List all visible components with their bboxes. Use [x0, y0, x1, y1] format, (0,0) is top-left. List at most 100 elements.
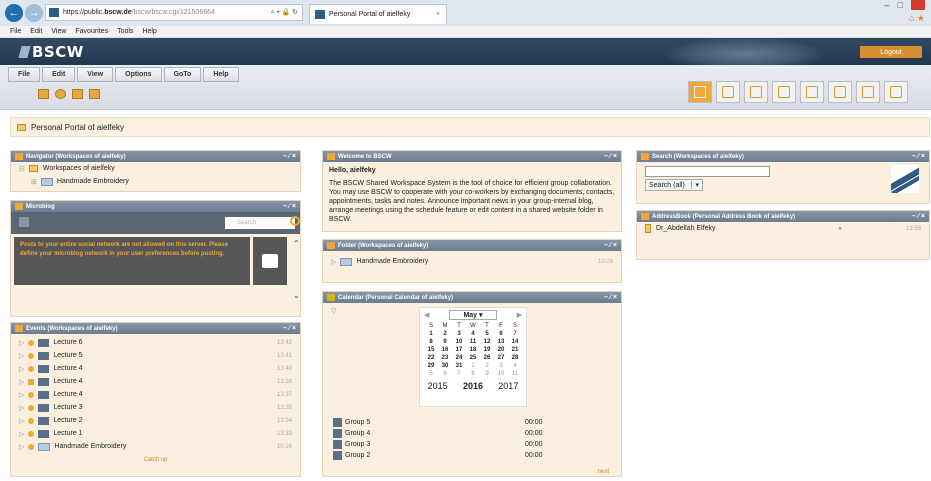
event-row[interactable]: ▷ Lecture 1 13:33 [11, 427, 300, 440]
calendar-day-other[interactable]: 6 [438, 370, 452, 378]
expand-icon[interactable]: ⊞ [31, 178, 37, 186]
group-row[interactable]: Group 5 00:00 [327, 417, 619, 428]
app-menu-edit[interactable]: Edit [42, 67, 76, 82]
widget-controls[interactable]: – ∕ × [283, 203, 300, 210]
calendar-day[interactable]: 18 [466, 346, 480, 354]
calendar-day-other[interactable]: 7 [452, 370, 466, 378]
calendar-day[interactable]: 23 [438, 354, 452, 362]
calendar-day[interactable]: 27 [494, 354, 508, 362]
prev-month-icon[interactable]: ◀ [424, 311, 429, 319]
event-row[interactable]: ▷ Handmade Embroidery 10:26 [11, 440, 300, 453]
event-row[interactable]: ▷ Lecture 6 13:42 [11, 336, 300, 349]
scroll-up-icon[interactable]: ⌃ [293, 239, 300, 248]
calendar-day-other[interactable]: 5 [424, 370, 438, 378]
menu-view[interactable]: View [51, 28, 66, 35]
logout-button[interactable]: Logout [860, 46, 922, 58]
calendar-day-other[interactable]: 2 [480, 362, 494, 370]
portal-view-icon[interactable] [688, 81, 712, 103]
clipboard-view-icon[interactable] [744, 81, 768, 103]
event-row[interactable]: ▷ Lecture 2 13:34 [11, 414, 300, 427]
widget-controls[interactable]: – ∕ × [604, 294, 621, 301]
calendar-day-today[interactable]: 7 [508, 330, 522, 338]
calendar-day[interactable]: 1 [424, 330, 438, 338]
calendar-day[interactable]: 16 [438, 346, 452, 354]
up-icon[interactable] [38, 89, 49, 99]
app-menu-file[interactable]: File [8, 67, 41, 82]
calendar-day-other[interactable]: 11 [508, 370, 522, 378]
calendar-day[interactable]: 19 [480, 346, 494, 354]
folder-row[interactable]: ▷ Handmade Embroidery 10:26 [323, 255, 621, 268]
calendar-day-other[interactable]: 4 [508, 362, 522, 370]
calendar-day[interactable]: 24 [452, 354, 466, 362]
event-row[interactable]: ▷ Lecture 3 13:35 [11, 401, 300, 414]
menu-edit[interactable]: Edit [30, 28, 42, 35]
calendar-day[interactable]: 28 [508, 354, 522, 362]
calendar-day[interactable]: 3 [452, 330, 466, 338]
app-menu-help[interactable]: Help [203, 67, 239, 82]
calendar-day[interactable]: 11 [466, 338, 480, 346]
year-option[interactable]: 2015 [428, 381, 448, 391]
next-link[interactable]: next [598, 469, 609, 475]
calendar-day-other[interactable]: 9 [480, 370, 494, 378]
collapse-icon[interactable]: ⊟ [19, 165, 25, 173]
expand-icon[interactable]: ▷ [19, 352, 24, 360]
filter-icon[interactable]: ▽ [331, 307, 336, 315]
calendar-day-other[interactable]: 10 [494, 370, 508, 378]
post-button[interactable] [253, 237, 287, 285]
minimize-icon[interactable]: – [885, 0, 890, 10]
year-option[interactable]: 2017 [498, 381, 518, 391]
menu-favourites[interactable]: Favourites [75, 28, 108, 35]
calendar-day[interactable]: 31 [452, 362, 466, 370]
refresh-icon[interactable] [55, 89, 66, 99]
calendar-day[interactable]: 21 [508, 346, 522, 354]
calendar-day[interactable]: 12 [480, 338, 494, 346]
navigator-item[interactable]: ⊟ Workspaces of aielfeky [11, 162, 300, 175]
widget-controls[interactable]: – ∕ × [604, 153, 621, 160]
widget-controls[interactable]: – ∕ × [912, 213, 929, 220]
calendar-day[interactable]: 10 [452, 338, 466, 346]
widget-controls[interactable]: – ∕ × [283, 153, 300, 160]
catch-up-link[interactable]: Catch up [11, 457, 300, 463]
group-row[interactable]: Group 3 00:00 [327, 439, 619, 450]
calendar-day[interactable]: 4 [466, 330, 480, 338]
calendar-day[interactable]: 20 [494, 346, 508, 354]
event-row[interactable]: ▷ Lecture 4 13:40 [11, 362, 300, 375]
search-input[interactable] [645, 166, 770, 177]
app-menu-options[interactable]: Options [115, 67, 162, 82]
widget-controls[interactable]: – ∕ × [912, 153, 929, 160]
navigator-item[interactable]: ⊞ Handmade Embroidery [11, 175, 300, 188]
contact-row[interactable]: Dr_Abdellah Elfeky ● 13:58 [637, 222, 929, 235]
expand-icon[interactable]: ▷ [19, 404, 24, 412]
event-row[interactable]: ▷ Lecture 5 13:41 [11, 349, 300, 362]
calendar-day-other[interactable]: 3 [494, 362, 508, 370]
search-icon[interactable] [290, 216, 300, 226]
trash-view-icon[interactable] [884, 81, 908, 103]
calendar-view-icon[interactable] [800, 81, 824, 103]
calendar-day[interactable]: 13 [494, 338, 508, 346]
expand-icon[interactable]: ▷ [331, 258, 336, 266]
calendar-day[interactable]: 5 [480, 330, 494, 338]
expand-icon[interactable]: ▷ [19, 443, 24, 451]
address-bar[interactable]: https://public. bscw.de /bscw/bscw.cgi/1… [45, 4, 303, 21]
maximize-icon[interactable]: □ [898, 0, 903, 10]
tab-close-icon[interactable]: × [436, 11, 440, 18]
calendar-day[interactable]: 22 [424, 354, 438, 362]
browser-tab[interactable]: Personal Portal of aielfeky × [309, 4, 447, 24]
tasks-view-icon[interactable] [828, 81, 852, 103]
group-row[interactable]: Group 4 00:00 [327, 428, 619, 439]
widget-controls[interactable]: – ∕ × [283, 325, 300, 332]
year-option-selected[interactable]: 2016 [463, 381, 483, 391]
calendar-day[interactable]: 8 [424, 338, 438, 346]
calendar-day-other[interactable]: 8 [466, 370, 480, 378]
calendar-day-other[interactable]: 1 [466, 362, 480, 370]
calendar-day[interactable]: 26 [480, 354, 494, 362]
expand-icon[interactable]: ▷ [19, 378, 24, 386]
calendar-day[interactable]: 17 [452, 346, 466, 354]
microblog-search-input[interactable]: Search [225, 217, 295, 229]
calendar-day[interactable]: 15 [424, 346, 438, 354]
home-star-icons[interactable]: ⌂ ★ [909, 13, 925, 24]
bag-view-icon[interactable] [772, 81, 796, 103]
address-bar-controls[interactable]: ⌕ ▾ 🔒 ↻ [271, 8, 298, 17]
expand-icon[interactable]: ▷ [19, 339, 24, 347]
menu-tools[interactable]: Tools [117, 28, 133, 35]
